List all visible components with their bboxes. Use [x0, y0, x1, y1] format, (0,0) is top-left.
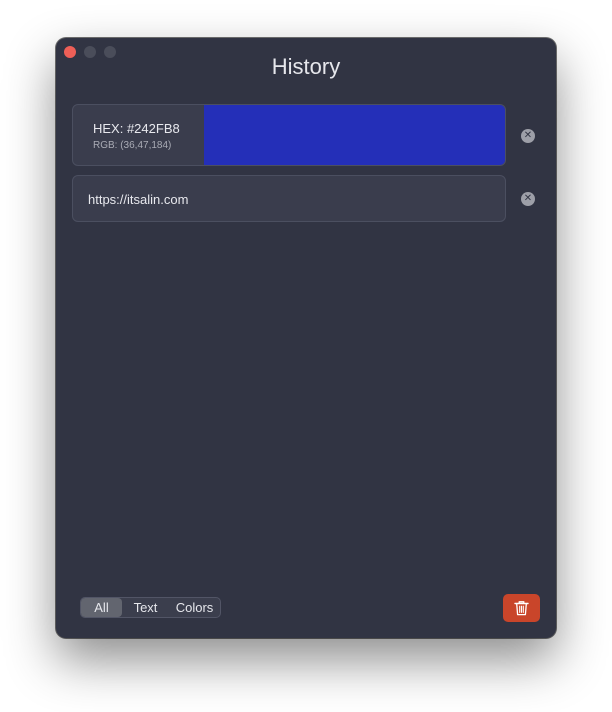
color-info: HEX: #242FB8 RGB: (36,47,184) [73, 105, 204, 165]
filter-text[interactable]: Text [122, 598, 169, 617]
clear-history-button[interactable] [503, 594, 540, 622]
history-window: History HEX: #242FB8 RGB: (36,47,184) ✕ … [56, 38, 556, 638]
filter-colors[interactable]: Colors [169, 598, 220, 617]
filter-segmented-control: All Text Colors [80, 597, 221, 618]
window-title: History [271, 54, 341, 79]
remove-item-button[interactable]: ✕ [521, 192, 535, 206]
remove-item-button[interactable]: ✕ [521, 129, 535, 143]
trash-icon [514, 601, 529, 616]
history-item-color[interactable]: HEX: #242FB8 RGB: (36,47,184) [72, 104, 506, 166]
history-item-text[interactable]: https://itsalin.com [72, 175, 506, 222]
color-swatch [204, 105, 505, 165]
hex-value: HEX: #242FB8 [93, 121, 180, 136]
clear-x-icon: ✕ [523, 193, 533, 204]
rgb-value: RGB: (36,47,184) [93, 140, 172, 151]
text-value: https://itsalin.com [88, 192, 189, 207]
clear-x-icon: ✕ [523, 130, 533, 141]
filter-all[interactable]: All [81, 598, 122, 617]
